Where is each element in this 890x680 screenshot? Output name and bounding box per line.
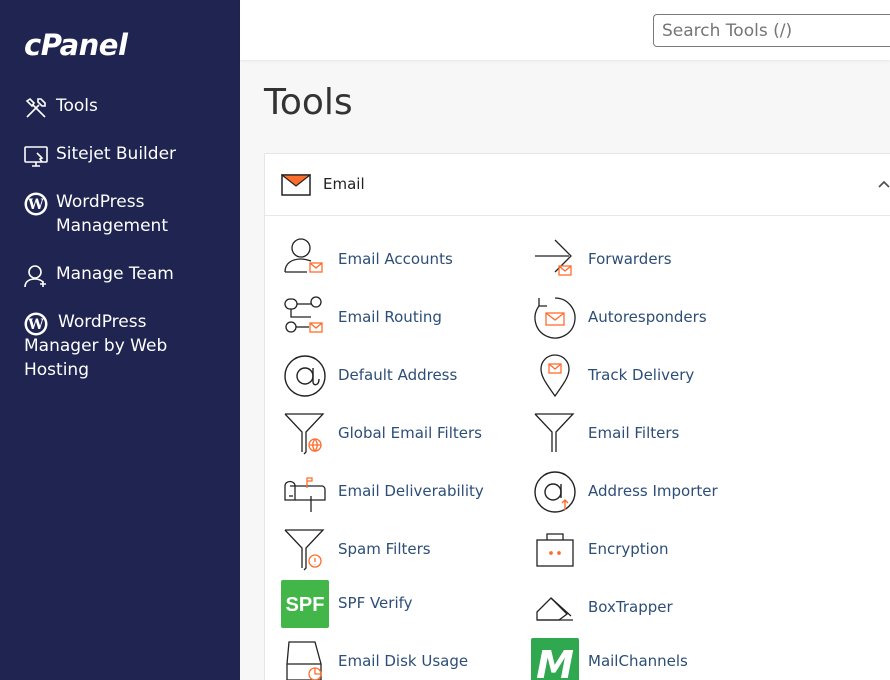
tool-track-delivery[interactable]: Track Delivery (531, 352, 771, 400)
disk-usage-icon (286, 641, 322, 680)
tool-forwarders[interactable]: Forwarders (531, 236, 771, 284)
tool-label: Track Delivery (588, 366, 695, 384)
email-routing-icon (284, 296, 323, 333)
tool-email-routing[interactable]: Email Routing (281, 294, 521, 342)
forwarders-icon (535, 239, 572, 276)
tool-label: Email Disk Usage (338, 652, 469, 670)
at-sign-icon (284, 355, 326, 397)
location-pin-icon (540, 354, 570, 398)
mailchannels-logo-icon: M (531, 638, 579, 680)
search-input[interactable] (653, 14, 890, 47)
tool-label: BoxTrapper (588, 598, 673, 616)
tool-label: Global Email Filters (338, 424, 482, 442)
encryption-icon (536, 533, 574, 567)
wordpress-icon: W (24, 192, 48, 216)
mailbox-icon (284, 477, 326, 512)
tool-email-disk-usage[interactable]: Email Disk Usage (281, 638, 521, 680)
tool-email-filters[interactable]: Email Filters (531, 410, 771, 458)
tool-email-deliverability[interactable]: Email Deliverability (281, 468, 521, 516)
tool-spf-verify[interactable]: SPF SPF Verify (281, 580, 521, 628)
tool-encryption[interactable]: Encryption (531, 526, 771, 574)
cpanel-logo[interactable]: cPanel (24, 28, 128, 62)
envelope-icon (281, 174, 311, 196)
global-filter-icon (284, 413, 325, 455)
wordpress-icon: W (24, 312, 48, 336)
mailchannels-badge-text: M (536, 643, 574, 680)
tool-label: Spam Filters (338, 540, 431, 558)
sidebar-item-label: WordPress Management (56, 192, 168, 236)
email-accounts-icon (284, 238, 323, 273)
sidebar-item-wordpress-manager[interactable]: W WordPress Manager by Web Hosting (0, 306, 240, 386)
sidebar-item-wordpress-management[interactable]: W WordPress Management (0, 186, 240, 242)
tool-label: Email Routing (338, 308, 442, 326)
tool-boxtrapper[interactable]: BoxTrapper (531, 584, 771, 632)
tool-label: Email Accounts (338, 250, 453, 268)
email-section-header[interactable]: Email (265, 154, 890, 216)
tool-email-accounts[interactable]: Email Accounts (281, 236, 521, 284)
svg-text:W: W (27, 317, 44, 333)
tool-label: Address Importer (588, 482, 718, 500)
sidebar-item-sitejet-builder[interactable]: Sitejet Builder (0, 138, 240, 170)
tool-label: Forwarders (588, 250, 672, 268)
top-bar (240, 0, 890, 60)
svg-text:W: W (27, 197, 44, 213)
manage-team-icon (24, 265, 46, 288)
tool-label: Email Deliverability (338, 482, 484, 500)
spam-filter-icon (284, 529, 325, 571)
sidebar-nav: Tools Sitejet Builder W WordPress Manage… (0, 90, 240, 402)
section-title: Email (323, 175, 365, 193)
autoresponder-icon (534, 297, 576, 339)
sidebar-item-label: Manage Team (56, 264, 174, 284)
tool-address-importer[interactable]: Address Importer (531, 468, 771, 516)
spf-badge-icon: SPF (281, 580, 329, 628)
sidebar-item-label: Tools (56, 96, 98, 116)
tools-icon (25, 97, 46, 118)
tool-spam-filters[interactable]: Spam Filters (281, 526, 521, 574)
boxtrapper-icon (536, 597, 573, 621)
sidebar-item-label: Sitejet Builder (56, 144, 177, 164)
tool-global-email-filters[interactable]: Global Email Filters (281, 410, 521, 458)
tool-label: Default Address (338, 366, 458, 384)
tool-mailchannels[interactable]: M MailChannels (531, 638, 771, 680)
filter-icon (534, 413, 575, 452)
page-title: Tools (264, 82, 353, 123)
tool-label: MailChannels (588, 652, 688, 670)
sidebar-item-tools[interactable]: Tools (0, 90, 240, 122)
tool-label: Email Filters (588, 424, 680, 442)
tool-label: Autoresponders (588, 308, 707, 326)
tool-label: SPF Verify (338, 594, 413, 612)
address-importer-icon (534, 471, 576, 513)
sidebar-item-manage-team[interactable]: Manage Team (0, 258, 240, 290)
email-section-panel: Email Email Accounts Email Routing Defau… (264, 153, 890, 680)
tool-default-address[interactable]: Default Address (281, 352, 521, 400)
tool-label: Encryption (588, 540, 669, 558)
chevron-up-icon[interactable] (876, 176, 890, 192)
tool-autoresponders[interactable]: Autoresponders (531, 294, 771, 342)
sitejet-icon (24, 146, 48, 167)
sidebar: cPanel Tools Sitejet Builder W WordPress… (0, 0, 240, 680)
spf-badge-text: SPF (286, 594, 325, 616)
